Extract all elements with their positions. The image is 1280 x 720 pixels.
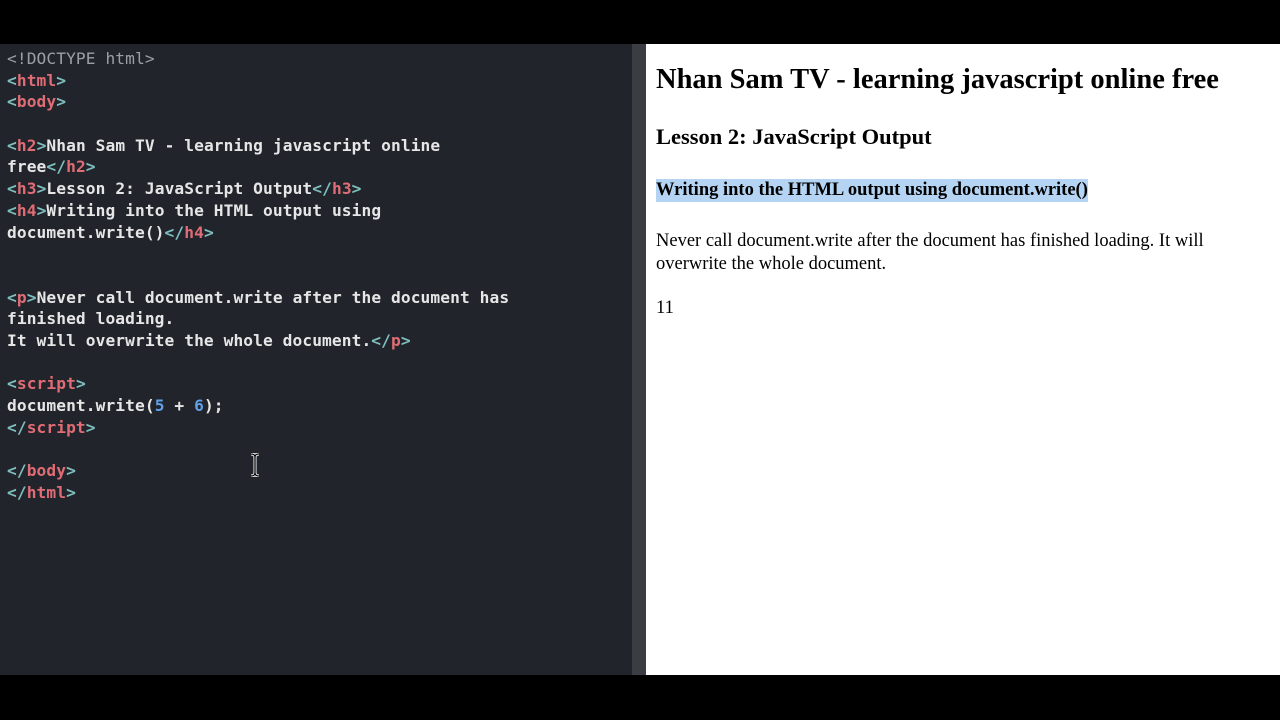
code-token: <: [7, 374, 17, 394]
code-token: >: [203, 222, 214, 242]
video-letterbox-bottom: [0, 675, 1280, 720]
code-token: <: [7, 287, 17, 307]
code-line[interactable]: <h4>Writing into the HTML output using: [7, 200, 509, 222]
code-line[interactable]: <h2>Nhan Sam TV - learning javascript on…: [7, 135, 509, 157]
code-token: body: [26, 461, 67, 481]
code-token: >: [400, 330, 411, 350]
code-token: 6: [194, 396, 204, 415]
code-token: <: [7, 179, 17, 199]
code-token: free: [7, 157, 47, 177]
code-token: >: [36, 200, 47, 220]
code-token: h2: [16, 135, 37, 155]
code-editor-text[interactable]: <!DOCTYPE html> <html> <body> <h2>Nhan Sam…: [7, 48, 509, 503]
code-line[interactable]: It will overwrite the whole document.</p…: [7, 330, 509, 352]
code-token: html: [16, 70, 57, 90]
code-token: document.write(: [7, 396, 155, 415]
code-token: +: [164, 396, 195, 415]
preview-script-output: 11: [656, 298, 674, 318]
code-token: h4: [16, 200, 37, 220]
code-token: </: [371, 330, 391, 350]
code-line[interactable]: [7, 113, 509, 135]
code-token: <: [7, 70, 17, 90]
code-line[interactable]: <html>: [7, 70, 509, 92]
code-line[interactable]: <!DOCTYPE html>: [7, 48, 509, 70]
code-token: p: [16, 287, 27, 307]
code-token: >: [56, 92, 67, 112]
code-line[interactable]: </html>: [7, 482, 509, 504]
code-token: </: [7, 461, 27, 481]
code-token: </: [7, 417, 27, 437]
code-token: html: [26, 482, 67, 502]
text-cursor-icon: [250, 453, 260, 477]
code-line[interactable]: document.write()</h4>: [7, 222, 509, 244]
code-token: >: [85, 157, 96, 177]
code-token: finished loading.: [7, 309, 175, 329]
code-line[interactable]: [7, 352, 509, 374]
code-token: <!DOCTYPE html>: [7, 49, 155, 68]
preview-heading-h2: Nhan Sam TV - learning javascript online…: [656, 64, 1219, 95]
code-token: Never call document.write after the docu…: [36, 287, 510, 307]
code-line[interactable]: document.write(5 + 6);: [7, 395, 509, 417]
code-token: >: [351, 179, 362, 199]
code-token: Lesson 2: JavaScript Output: [46, 179, 313, 199]
pane-splitter[interactable]: [632, 44, 646, 675]
code-token: >: [36, 179, 47, 199]
code-token: It will overwrite the whole document.: [7, 330, 372, 350]
preview-heading-h4-selected[interactable]: Writing into the HTML output using docum…: [656, 179, 1088, 202]
preview-heading-h3: Lesson 2: JavaScript Output: [656, 124, 932, 149]
code-token: h2: [66, 157, 86, 177]
code-line[interactable]: <p>Never call document.write after the d…: [7, 287, 509, 309]
code-token: </: [164, 222, 185, 242]
code-line[interactable]: <h3>Lesson 2: JavaScript Output</h3>: [7, 178, 509, 200]
code-line[interactable]: <body>: [7, 91, 509, 113]
code-token: </: [312, 179, 332, 199]
code-token: h3: [331, 179, 352, 199]
video-letterbox-top: [0, 0, 1280, 44]
code-token: >: [26, 287, 37, 307]
code-token: 5: [154, 396, 165, 415]
code-token: <: [7, 200, 17, 220]
code-line[interactable]: [7, 265, 509, 287]
code-token: >: [66, 461, 76, 481]
code-token: >: [36, 135, 47, 155]
code-line[interactable]: </script>: [7, 417, 509, 439]
browser-preview-pane: Nhan Sam TV - learning javascript online…: [646, 44, 1280, 675]
code-token: script: [16, 374, 76, 394]
code-token: document.write(): [7, 222, 165, 242]
code-token: >: [75, 374, 86, 394]
code-editor-pane[interactable]: <!DOCTYPE html> <html> <body> <h2>Nhan Sam…: [0, 44, 632, 675]
code-line[interactable]: <script>: [7, 373, 509, 395]
code-token: <: [7, 135, 17, 155]
code-token: h3: [16, 179, 37, 199]
code-token: >: [85, 417, 96, 437]
code-token: <: [7, 92, 17, 112]
code-token: body: [16, 92, 57, 112]
code-token: );: [203, 396, 224, 415]
code-token: Nhan Sam TV - learning javascript online: [46, 135, 441, 155]
code-token: </: [46, 157, 67, 177]
preview-paragraph: Never call document.write after the docu…: [656, 231, 1204, 274]
code-token: h4: [184, 222, 204, 242]
code-token: Writing into the HTML output using: [46, 200, 382, 220]
code-token: >: [56, 70, 67, 90]
code-token: </: [7, 482, 27, 502]
code-token: >: [66, 482, 76, 502]
code-line[interactable]: finished loading.: [7, 308, 509, 330]
code-token: script: [26, 417, 86, 437]
code-line[interactable]: free</h2>: [7, 156, 509, 178]
code-line[interactable]: [7, 243, 509, 265]
code-token: p: [391, 330, 401, 350]
